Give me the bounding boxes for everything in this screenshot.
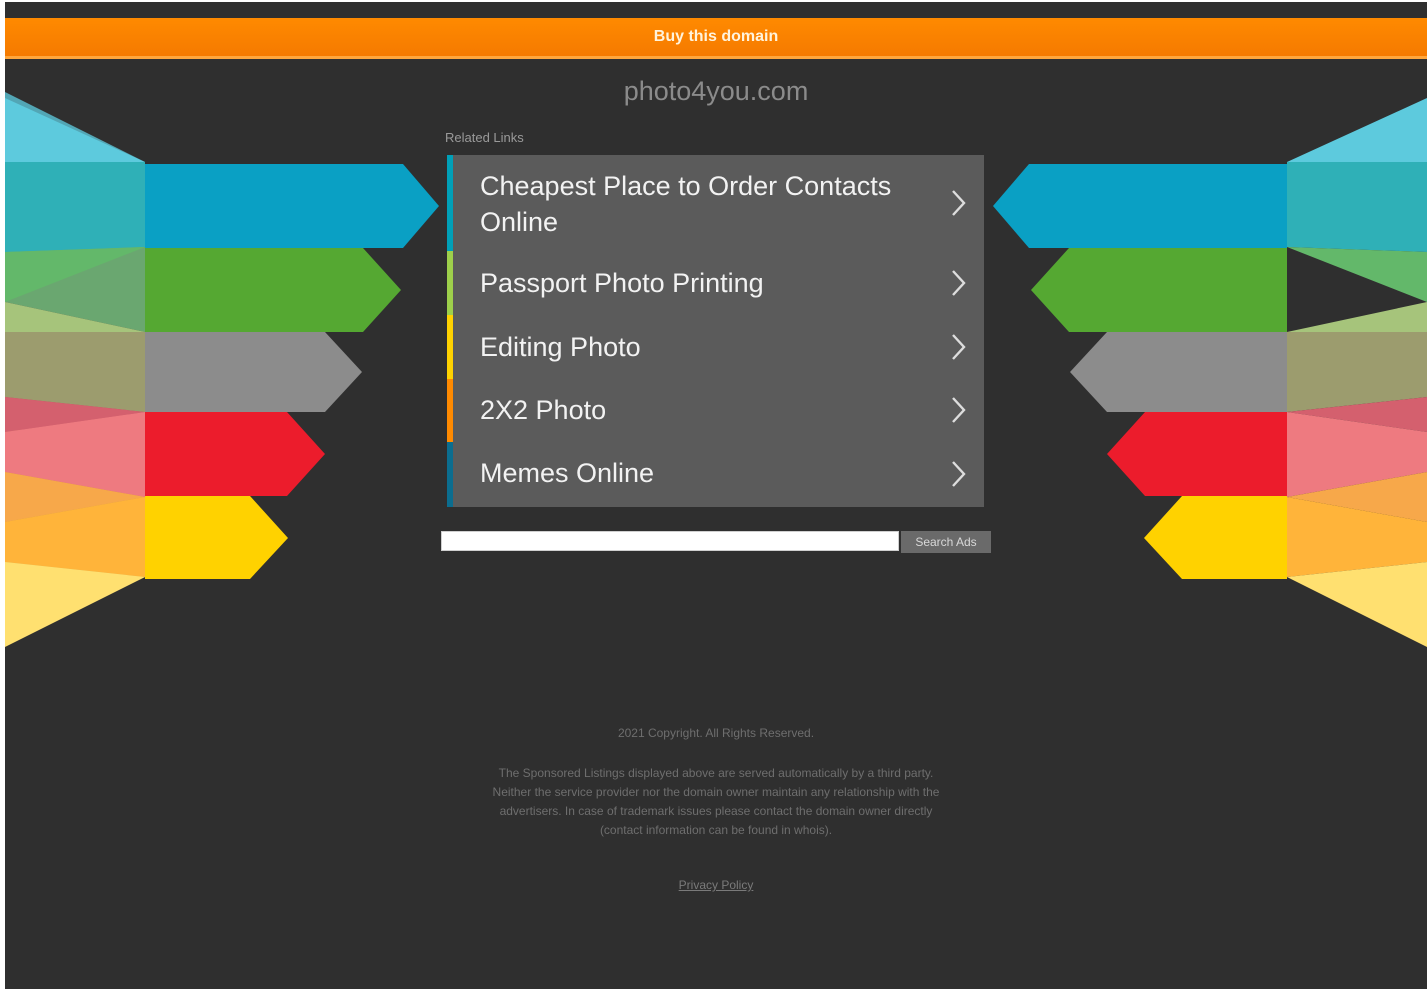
link-accent-bar <box>447 442 453 507</box>
related-link-label[interactable]: Memes Online <box>480 455 914 491</box>
related-link-label[interactable]: Cheapest Place to Order Contacts Online <box>480 168 914 240</box>
page: Buy this domain photo4you.com Related Li… <box>5 2 1427 989</box>
related-links-heading: Related Links <box>445 130 524 145</box>
chevron-right-icon <box>952 190 966 216</box>
link-accent-bar <box>447 379 453 442</box>
left-wedges <box>5 98 145 647</box>
related-links-list: Cheapest Place to Order Contacts Online … <box>447 155 984 507</box>
right-wedges <box>1287 98 1427 647</box>
chevron-right-icon <box>952 461 966 487</box>
related-link-2[interactable]: Editing Photo <box>447 315 984 380</box>
privacy-policy-link[interactable]: Privacy Policy <box>5 878 1427 892</box>
related-link-0[interactable]: Cheapest Place to Order Contacts Online <box>447 155 984 252</box>
chevron-right-icon <box>952 397 966 423</box>
domain-title: photo4you.com <box>623 76 809 106</box>
link-accent-bar <box>447 251 453 315</box>
search-ads-button[interactable]: Search Ads <box>901 531 991 553</box>
buy-domain-button[interactable]: Buy this domain <box>5 18 1427 59</box>
disclaimer-text: The Sponsored Listings displayed above a… <box>492 766 940 837</box>
related-link-label[interactable]: 2X2 Photo <box>480 392 914 428</box>
copyright-text: 2021 Copyright. All Rights Reserved. <box>617 726 815 740</box>
chevron-right-icon <box>952 270 966 296</box>
related-link-4[interactable]: Memes Online <box>447 442 984 507</box>
related-link-3[interactable]: 2X2 Photo <box>447 379 984 443</box>
search-ads-input[interactable] <box>441 531 899 551</box>
chevron-right-icon <box>952 334 966 360</box>
link-accent-bar <box>447 155 453 251</box>
link-accent-bar <box>447 315 453 379</box>
related-link-label[interactable]: Passport Photo Printing <box>480 265 914 301</box>
related-link-1[interactable]: Passport Photo Printing <box>447 251 984 316</box>
related-link-label[interactable]: Editing Photo <box>480 329 914 365</box>
